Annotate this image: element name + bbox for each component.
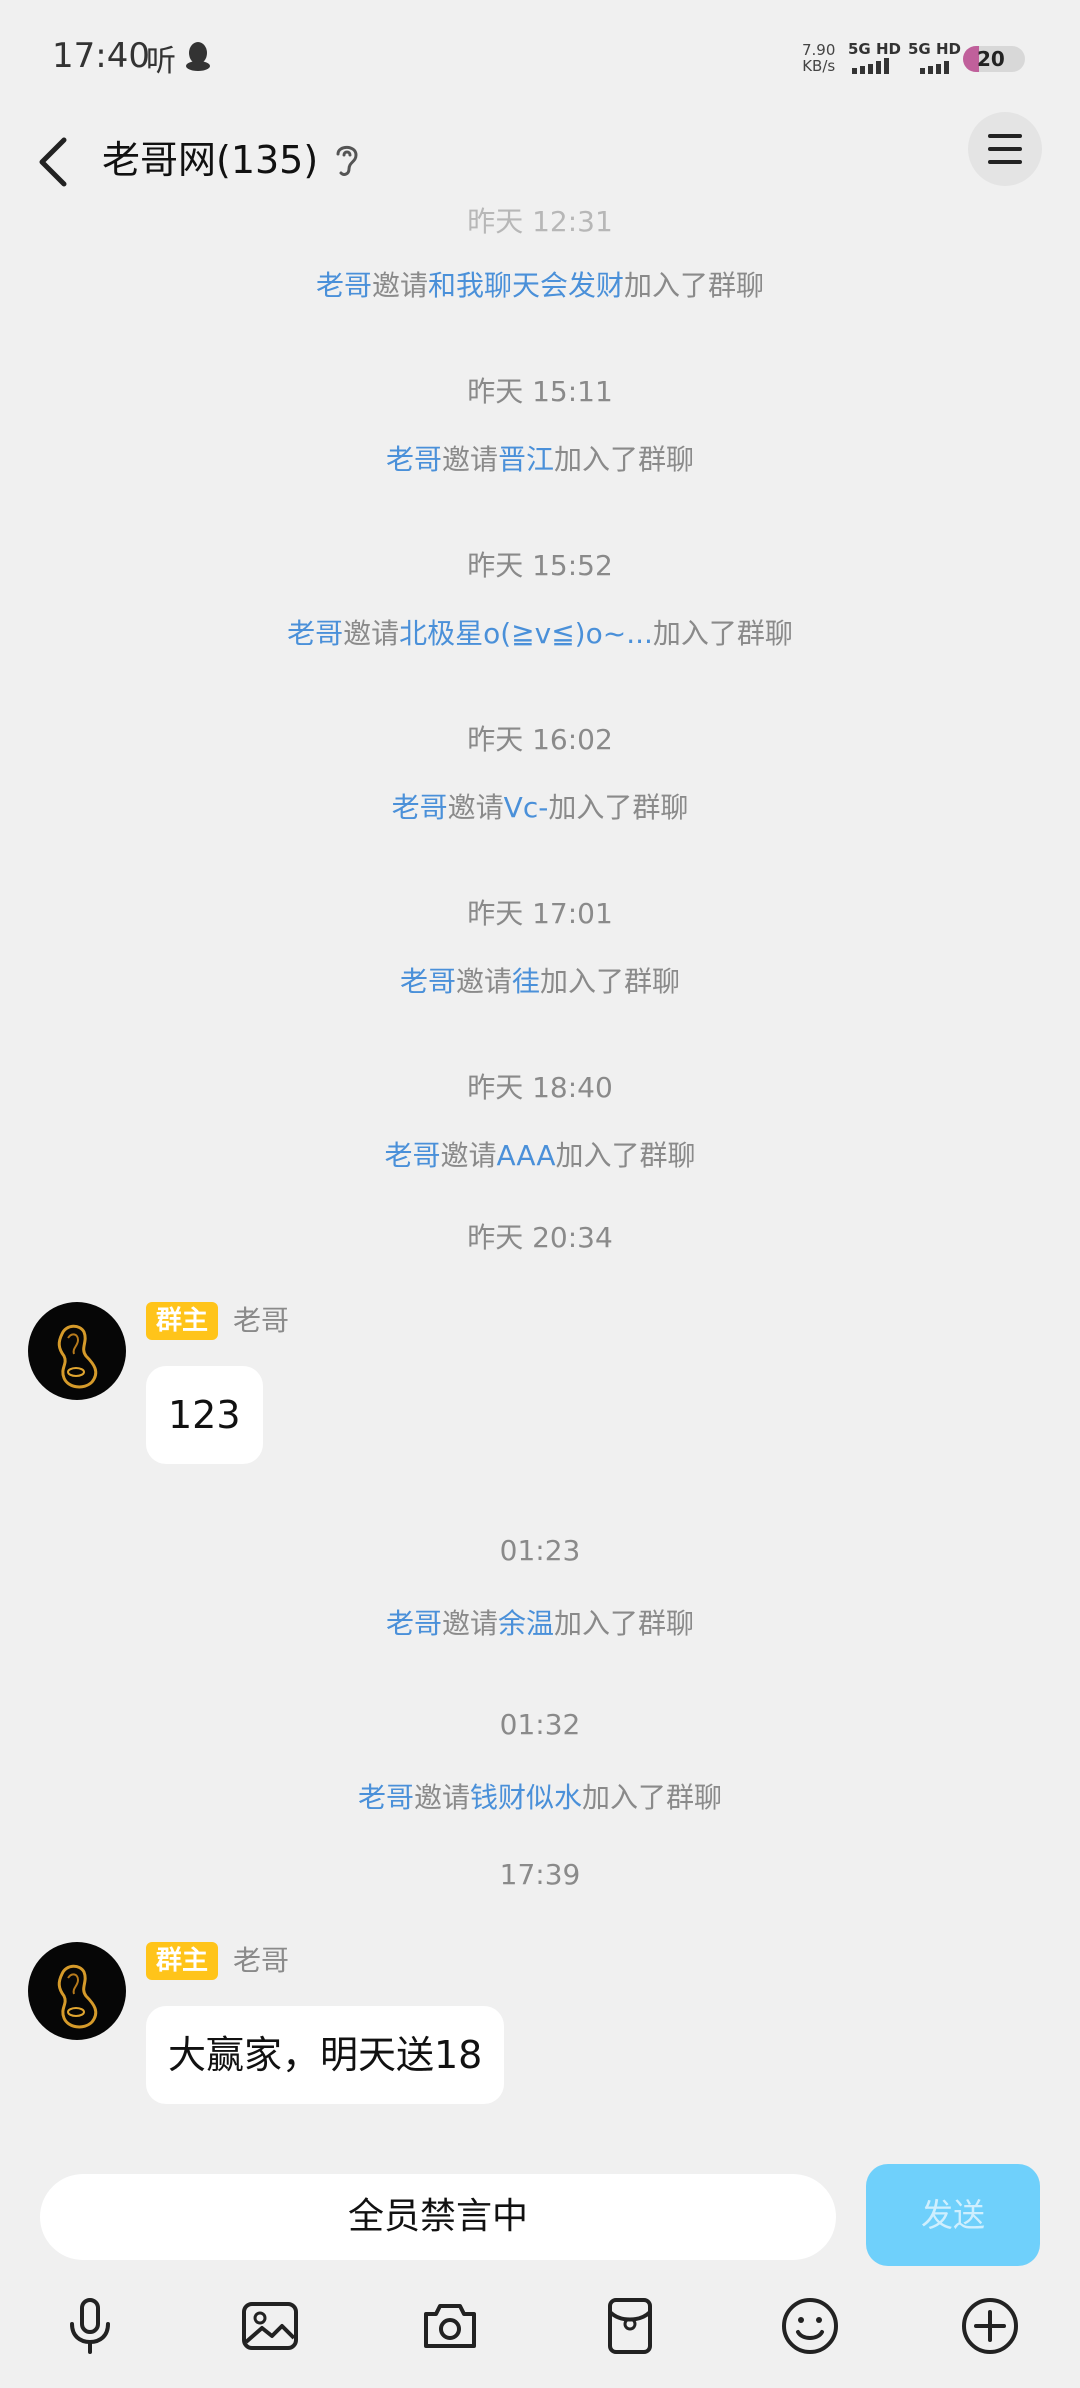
sender-name[interactable]: 老哥	[233, 1302, 289, 1340]
timestamp: 昨天 20:34	[467, 1221, 613, 1254]
system-event: 老哥邀请Vc-加入了群聊	[391, 791, 689, 824]
timestamp: 17:39	[499, 1858, 581, 1891]
battery-level: 20	[977, 47, 1005, 71]
timestamp: 昨天 18:40	[467, 1071, 613, 1104]
system-event: 老哥邀请晋江加入了群聊	[385, 443, 695, 476]
battery-icon: 20	[963, 46, 1025, 72]
invitee-link[interactable]: Vc-	[504, 791, 549, 824]
avatar-image	[57, 1964, 98, 2029]
invitee-link[interactable]: 徍	[512, 965, 540, 998]
send-button[interactable]: 发送	[866, 2164, 1040, 2266]
camera-icon[interactable]	[418, 2294, 482, 2358]
sim1-label: 5G HD	[848, 40, 901, 58]
microphone-icon[interactable]	[58, 2294, 122, 2358]
invitee-link[interactable]: AAA	[496, 1139, 555, 1172]
message-input-muted[interactable]: 全员禁言中	[40, 2174, 836, 2260]
timestamp: 昨天 15:11	[467, 375, 613, 408]
back-arrow-icon[interactable]	[30, 132, 80, 192]
group-title: 老哥网(135)	[102, 138, 319, 182]
network-speed: 7.90 KB/s	[802, 41, 836, 75]
emoji-icon[interactable]	[778, 2294, 842, 2358]
inviter-link[interactable]: 老哥	[316, 269, 372, 302]
input-bar: 全员禁言中 发送	[0, 2150, 1080, 2266]
inviter-link[interactable]: 老哥	[392, 791, 448, 824]
avatar[interactable]	[28, 1302, 126, 1400]
red-packet-icon[interactable]	[598, 2294, 662, 2358]
inviter-link[interactable]: 老哥	[358, 1781, 414, 1814]
avatar[interactable]	[28, 1942, 126, 2040]
sim2-label: 5G HD	[908, 40, 961, 58]
chat-messages[interactable]: 昨天 12:31 老哥邀请和我聊天会发财加入了群聊 昨天 15:11 老哥邀请晋…	[0, 200, 1080, 2150]
timestamp: 01:23	[499, 1534, 581, 1567]
invitee-link[interactable]: 和我聊天会发财	[428, 269, 624, 302]
system-event: 老哥邀请和我聊天会发财加入了群聊	[315, 269, 765, 302]
input-toolbar	[0, 2266, 1080, 2388]
qq-penguin-icon	[186, 42, 210, 71]
owner-badge: 群主	[146, 1942, 219, 1980]
status-time: 17:40	[52, 36, 150, 76]
system-event: 老哥邀请徍加入了群聊	[399, 965, 681, 998]
sim2-signal-icon	[920, 58, 949, 74]
status-indicator: 听	[146, 44, 176, 79]
inviter-link[interactable]: 老哥	[386, 443, 442, 476]
invitee-link[interactable]: 钱财似水	[470, 1781, 582, 1814]
avatar-image	[57, 1324, 98, 1389]
image-icon[interactable]	[238, 2294, 302, 2358]
timestamp: 昨天 16:02	[467, 723, 613, 756]
owner-badge: 群主	[146, 1302, 219, 1340]
message-bubble[interactable]: 大赢家，明天送18	[146, 2006, 505, 2104]
inviter-link[interactable]: 老哥	[386, 1607, 442, 1640]
message-bubble[interactable]: 123	[146, 1366, 263, 1464]
timestamp: 昨天 15:52	[467, 549, 613, 582]
invitee-link[interactable]: 晋江	[498, 443, 554, 476]
timestamp: 昨天 12:31	[467, 205, 613, 238]
system-event: 老哥邀请余温加入了群聊	[385, 1607, 695, 1640]
invitee-link[interactable]: 北极星o(≧v≦)o~...	[399, 617, 653, 650]
system-event: 老哥邀请钱财似水加入了群聊	[357, 1781, 723, 1814]
plus-icon[interactable]	[958, 2294, 1022, 2358]
system-event: 老哥邀请北极星o(≧v≦)o~...加入了群聊	[287, 617, 793, 650]
timestamp: 昨天 17:01	[467, 897, 613, 930]
timestamp: 01:32	[499, 1708, 581, 1741]
earpiece-mode-icon[interactable]	[332, 140, 362, 180]
system-event: 老哥邀请AAA加入了群聊	[384, 1139, 696, 1172]
chat-message: 群主 老哥 大赢家，明天送18	[28, 1942, 1028, 2132]
more-menu-button[interactable]	[968, 112, 1042, 186]
sim1-signal-icon	[852, 58, 889, 74]
status-bar: 17:40 听 7.90 KB/s 5G HD 5G HD 20	[0, 0, 1080, 112]
sender-name[interactable]: 老哥	[233, 1942, 289, 1980]
inviter-link[interactable]: 老哥	[384, 1139, 440, 1172]
inviter-link[interactable]: 老哥	[287, 617, 343, 650]
chat-message: 群主 老哥 123	[28, 1302, 1028, 1492]
invitee-link[interactable]: 余温	[498, 1607, 554, 1640]
inviter-link[interactable]: 老哥	[400, 965, 456, 998]
